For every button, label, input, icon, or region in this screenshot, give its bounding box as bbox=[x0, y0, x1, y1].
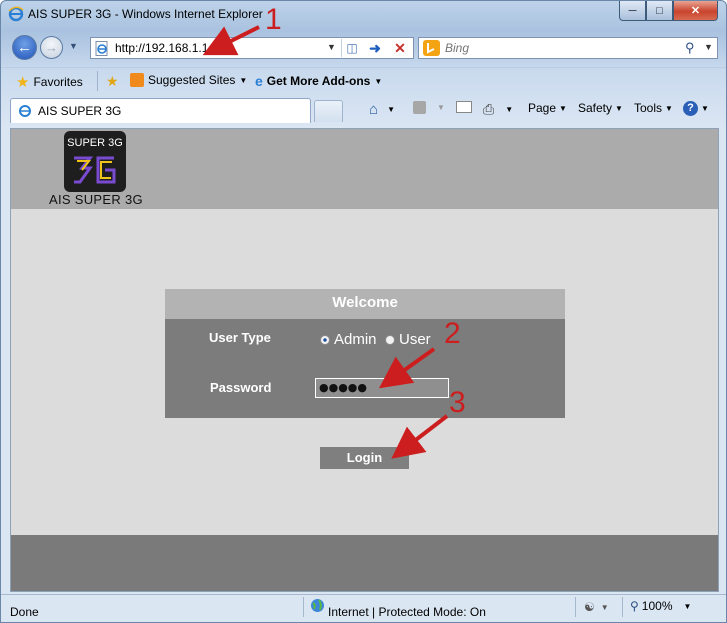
browser-window: AIS SUPER 3G - Windows Internet Explorer… bbox=[0, 0, 727, 623]
annotation-step-3: 3 bbox=[449, 386, 466, 419]
annotation-arrow-3 bbox=[391, 414, 449, 459]
annotation-arrow-1 bbox=[202, 25, 260, 56]
annotation-arrow-2 bbox=[378, 347, 436, 389]
annotation-step-2: 2 bbox=[444, 317, 461, 350]
annotation-step-1: 1 bbox=[265, 3, 282, 36]
annotation-arrows bbox=[202, 25, 449, 459]
